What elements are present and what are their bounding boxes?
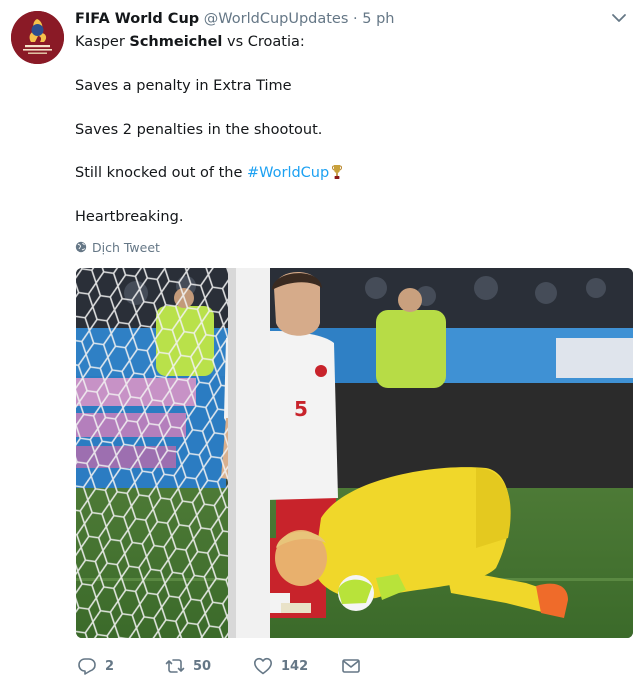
trophy-emoji-icon: [332, 165, 343, 179]
hashtag-link[interactable]: #WorldCup: [247, 165, 329, 181]
envelope-icon: [342, 659, 360, 673]
text-segment: vs Croatia:: [222, 34, 305, 50]
separator-dot: ·: [353, 11, 358, 27]
svg-text:5: 5: [294, 397, 308, 421]
tweet-line: Saves a penalty in Extra Time: [75, 78, 292, 94]
tweet-line: Still knocked out of the #WorldCup: [75, 163, 343, 183]
globe-icon: [75, 241, 87, 253]
direct-message-button[interactable]: [341, 655, 361, 677]
heart-icon: [254, 657, 272, 675]
text-bold-segment: Schmeichel: [129, 34, 223, 50]
author-name[interactable]: FIFA World Cup: [75, 11, 199, 27]
like-button[interactable]: 142: [253, 655, 308, 677]
tweet-photo[interactable]: 5: [76, 268, 633, 638]
translate-tweet-link[interactable]: Dịch Tweet: [75, 239, 160, 257]
retweet-count: 50: [193, 658, 212, 674]
tweet-line: Kasper Schmeichel vs Croatia:: [75, 32, 305, 52]
timestamp[interactable]: 5 ph: [362, 11, 394, 27]
fifa-world-cup-logo: [11, 11, 64, 64]
tweet-actions: 2 50 142: [75, 655, 435, 677]
tweet[interactable]: FIFA World Cup @WorldCupUpdates · 5 ph K…: [0, 0, 642, 678]
text-segment: Still knocked out of the: [75, 165, 247, 181]
like-count: 142: [281, 658, 309, 674]
author-handle[interactable]: @WorldCupUpdates: [204, 11, 349, 27]
goalkeeper-photo-image: 5: [76, 268, 633, 638]
tweet-line: Heartbreaking.: [75, 209, 184, 225]
tweet-header: FIFA World Cup @WorldCupUpdates · 5 ph: [75, 9, 612, 29]
reply-button[interactable]: 2: [77, 655, 114, 677]
retweet-icon: [165, 659, 185, 673]
reply-count: 2: [105, 658, 115, 674]
avatar[interactable]: [11, 11, 64, 64]
retweet-button[interactable]: 50: [165, 655, 211, 677]
reply-icon: [78, 658, 96, 675]
tweet-line: Saves 2 penalties in the shootout.: [75, 122, 323, 138]
chevron-down-icon[interactable]: [610, 9, 628, 27]
translate-label[interactable]: Dịch Tweet: [92, 240, 160, 255]
text-segment: Kasper: [75, 34, 130, 50]
